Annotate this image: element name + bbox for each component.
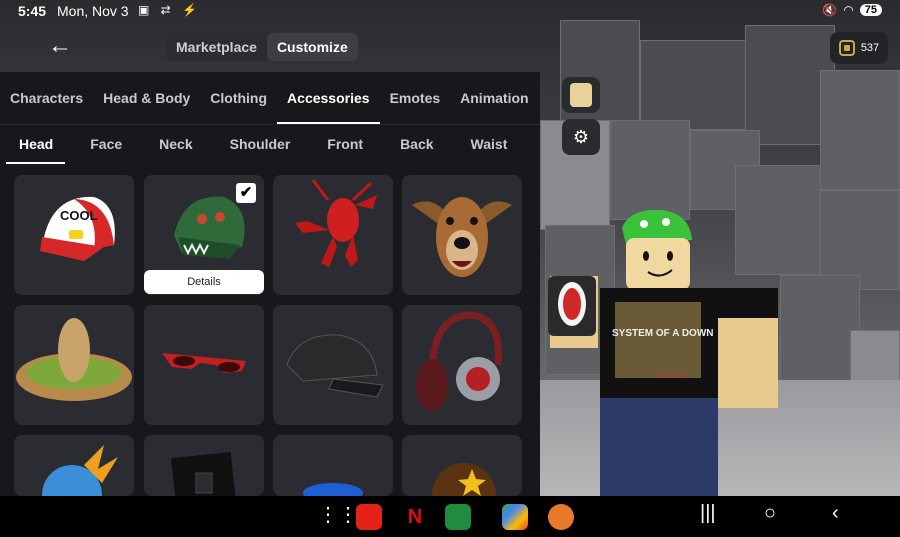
netflix-icon[interactable]: N [402,504,428,530]
subtab-head[interactable]: Head [0,125,71,164]
tab-emotes[interactable]: Emotes [380,72,451,124]
mute-icon: 🔇 [822,3,838,17]
lobster-image [295,179,377,267]
subcategory-tabs: Head Face Neck Shoulder Front Back Waist… [0,124,540,164]
avatar-character: SYSTEM OF A DOWN TOXICITY [540,200,800,496]
shirt-text: SYSTEM OF A DOWN [612,328,713,339]
youtube-icon[interactable] [356,504,382,530]
item-card-black-cap[interactable] [273,305,393,425]
subtab-overflow[interactable]: Ge [525,125,540,164]
tab-accessories[interactable]: Accessories [277,72,380,124]
item-card-fire-helmet[interactable] [14,435,134,496]
notification-icons: ▣ ⇄ ⚡ [138,3,202,17]
blue-item-image [303,483,363,496]
system-navigation-bar: ⋮⋮ N ||| ○ ‹ [0,496,900,537]
category-tabs: Characters Head & Body Clothing Accessor… [0,72,540,124]
robux-icon [838,40,855,56]
shirt-subtext: TOXICITY [655,373,687,380]
status-bar: 5:45 Mon, Nov 3 ▣ ⇄ ⚡ 🔇 ◠ 75 [0,0,900,22]
status-time: 5:45 [18,3,47,19]
item-card-headphones[interactable] [402,305,522,425]
fire-helmet-image [42,445,118,496]
black-cap-image [286,334,384,398]
avatar-figure: SYSTEM OF A DOWN TOXICITY [548,209,778,496]
details-button[interactable]: Details [144,270,264,294]
home-icon[interactable]: ○ [764,502,776,525]
games-icon[interactable] [445,504,471,530]
item-card-red-sunglasses[interactable] [144,305,264,425]
subtab-face[interactable]: Face [71,125,140,164]
face-preview-button[interactable] [562,77,600,113]
recent-apps-icon[interactable]: ||| [700,502,716,525]
cool-cap-image: COOL [40,196,115,261]
wifi-icon: ◠ [843,3,854,17]
tab-characters[interactable]: Characters [0,72,93,124]
tab-customize[interactable]: Customize [266,33,358,61]
subtab-back[interactable]: Back [381,125,451,164]
subtab-front[interactable]: Front [308,125,381,164]
system-icons: 🔇 ◠ 75 [822,3,882,17]
filter-settings-icon[interactable]: ⚙ [562,119,600,155]
dog-head-image [412,197,512,277]
svg-text:COOL: COOL [60,208,98,223]
top-navigation: Marketplace Customize [166,33,358,61]
subtab-shoulder[interactable]: Shoulder [211,125,309,164]
black-frame-image [171,452,237,496]
avatar-head-icon [570,83,592,107]
back-arrow-icon[interactable]: ← [44,32,76,60]
sunglasses-image [162,353,246,373]
sombrero-image [16,318,132,401]
star-ball-image [432,463,496,496]
item-card-blue-item[interactable] [273,435,393,496]
tab-clothing[interactable]: Clothing [200,72,277,124]
item-card-cool-cap[interactable]: COOL [14,175,134,295]
battery-indicator: 75 [859,4,882,16]
app-drawer-icon[interactable]: ⋮⋮ [318,502,358,527]
item-card-star-ball[interactable] [402,435,522,496]
item-card-black-frame[interactable] [144,435,264,496]
play-store-icon[interactable] [502,504,528,530]
item-card-dog-head[interactable] [402,175,522,295]
back-nav-icon[interactable]: ‹ [832,502,839,525]
app-icon[interactable] [548,504,574,530]
tab-head-body[interactable]: Head & Body [93,72,200,124]
subtab-waist[interactable]: Waist [452,125,526,164]
robux-balance-button[interactable]: 537 [830,32,888,64]
selected-checkmark-icon: ✔ [236,183,256,203]
headphones-image [416,311,502,411]
tab-animation[interactable]: Animation [450,72,538,124]
status-date: Mon, Nov 3 [57,3,129,19]
subtab-neck[interactable]: Neck [140,125,210,164]
tab-marketplace[interactable]: Marketplace [166,33,267,61]
item-card-sombrero[interactable] [14,305,134,425]
item-card-red-lobster[interactable] [273,175,393,295]
robux-balance: 537 [860,42,880,54]
